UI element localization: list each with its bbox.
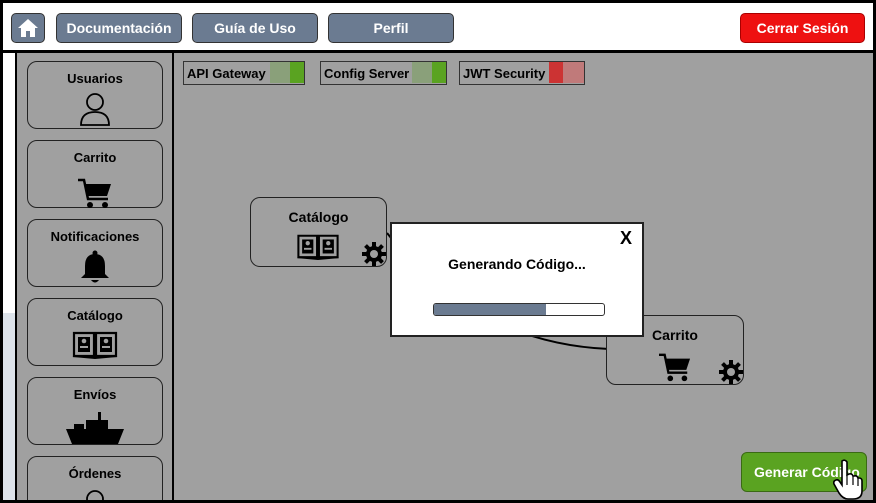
ship-icon (66, 412, 124, 444)
left-margin-lower (3, 313, 15, 500)
sidebar-item-label: Carrito (73, 150, 117, 165)
left-margin (3, 53, 15, 313)
top-bar: Documentación Guía de Uso Perfil Cerrar … (3, 3, 873, 53)
user-icon (80, 93, 110, 126)
user-guide-button[interactable]: Guía de Uso (192, 13, 318, 43)
book-icon (297, 234, 339, 260)
progress-bar-fill (434, 304, 547, 315)
documentation-button[interactable]: Documentación (56, 13, 182, 43)
gear-icon[interactable] (719, 360, 743, 384)
progress-bar (433, 303, 605, 316)
app-window: Documentación Guía de Uso Perfil Cerrar … (0, 0, 876, 503)
sidebar-item-carrito[interactable]: Carrito (27, 140, 163, 208)
user-icon (86, 490, 104, 500)
close-button[interactable]: X (620, 228, 632, 249)
sidebar-item-label: Catálogo (67, 308, 123, 323)
sidebar-item-label: Notificaciones (50, 229, 140, 244)
logout-button[interactable]: Cerrar Sesión (740, 13, 865, 43)
node-catalogo[interactable]: Catálogo (250, 197, 387, 267)
home-icon (18, 19, 38, 37)
cart-icon (78, 178, 111, 208)
progress-dialog: X Generando Código... (390, 222, 644, 337)
dialog-message: Generando Código... (448, 256, 586, 272)
home-button[interactable] (11, 13, 45, 43)
hand-cursor-icon (833, 459, 863, 500)
sidebar-item-label: Órdenes (68, 466, 122, 481)
cart-icon (659, 353, 691, 382)
sidebar-item-catalogo[interactable]: Catálogo (27, 298, 163, 366)
bell-icon (81, 250, 109, 283)
sidebar-item-envios[interactable]: Envíos (27, 377, 163, 445)
sidebar-item-ordenes[interactable]: Órdenes (27, 456, 163, 500)
profile-button[interactable]: Perfil (328, 13, 454, 43)
node-label: Catálogo (288, 209, 349, 225)
sidebar-item-label: Usuarios (67, 71, 123, 86)
book-icon (72, 331, 118, 359)
sidebar-item-notificaciones[interactable]: Notificaciones (27, 219, 163, 287)
sidebar[interactable]: Usuarios Carrito Notificaciones Catálogo… (15, 53, 174, 500)
gear-icon[interactable] (362, 242, 386, 266)
sidebar-item-label: Envíos (73, 387, 117, 402)
sidebar-item-usuarios[interactable]: Usuarios (27, 61, 163, 129)
